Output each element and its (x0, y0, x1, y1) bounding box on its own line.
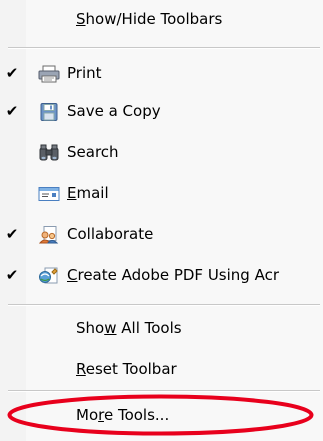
checkmark-icon: ✔ (5, 102, 19, 120)
printer-icon (38, 65, 60, 83)
menu-item-label: Email (67, 184, 109, 202)
menu-separator (8, 304, 320, 306)
checkmark-icon: ✔ (5, 64, 19, 82)
floppy-disk-icon (40, 103, 58, 121)
checkmark-icon: ✔ (5, 225, 19, 243)
menu-item-label: Create Adobe PDF Using Acr (67, 266, 279, 284)
red-highlight-ellipse (7, 394, 314, 436)
menu-item-label: Show All Tools (76, 319, 182, 337)
create-pdf-icon (39, 267, 58, 284)
menu-item-reset-toolbar[interactable]: Reset Toolbar (0, 350, 323, 388)
menu-separator (8, 390, 320, 392)
menu-item-collaborate[interactable]: ✔ Collaborate (0, 215, 323, 253)
collaborate-icon (38, 226, 59, 244)
menu-item-print[interactable]: ✔ Print (0, 54, 323, 92)
menu-separator (8, 47, 320, 49)
menu-item-label: Print (67, 64, 102, 82)
toolbars-context-menu: Show/Hide Toolbars ✔ Print ✔ Save a Copy (0, 0, 323, 441)
menu-item-search[interactable]: Search (0, 133, 323, 171)
menu-item-label: Reset Toolbar (76, 360, 177, 378)
binoculars-icon (39, 144, 59, 161)
email-icon (38, 187, 60, 201)
menu-item-label: Save a Copy (67, 102, 161, 120)
menu-item-label: Collaborate (67, 225, 154, 243)
menu-item-show-all-tools[interactable]: Show All Tools (0, 309, 323, 347)
menu-item-label: Search (67, 143, 119, 161)
checkmark-icon: ✔ (5, 266, 19, 284)
menu-item-label: Show/Hide Toolbars (76, 10, 223, 28)
menu-item-save-a-copy[interactable]: ✔ Save a Copy (0, 92, 323, 130)
menu-item-create-adobe-pdf[interactable]: ✔ Create Adobe PDF Using Acr (0, 256, 323, 294)
menu-item-email[interactable]: Email (0, 174, 323, 212)
menu-item-show-hide-toolbars[interactable]: Show/Hide Toolbars (0, 0, 323, 38)
